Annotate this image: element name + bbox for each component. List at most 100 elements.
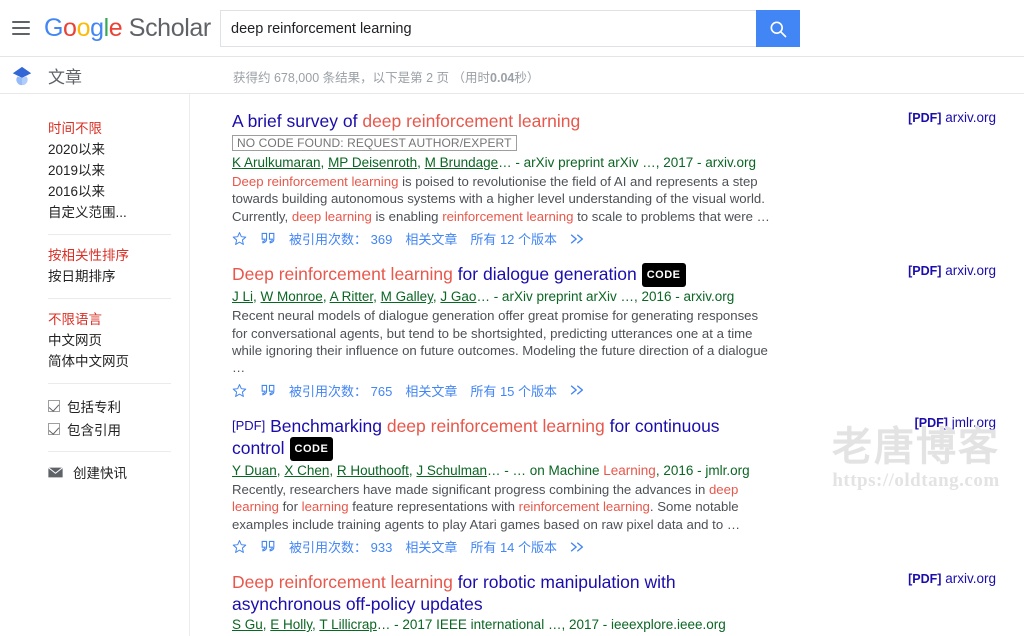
search-results-list: A brief survey of deep reinforcement lea… [190,94,1024,636]
filters-sidebar: 时间不限2020以来2019以来2016以来自定义范围... 按相关性排序按日期… [0,94,190,636]
cite-button[interactable] [260,384,276,397]
time-filter-4[interactable]: 自定义范围... [48,202,189,223]
author-link[interactable]: R Houthooft [337,463,409,478]
author-link[interactable]: M Brundage [425,155,499,170]
save-button[interactable] [232,383,247,398]
result-pdf-link[interactable]: [PDF] arxiv.org [908,263,996,278]
result-title[interactable]: A brief survey of deep reinforcement lea… [232,110,772,132]
result-actions: 被引用次数： 765 相关文章所有 15 个版本 [232,381,1022,400]
author-link[interactable]: S Gu [232,617,263,632]
cite-button[interactable] [260,232,276,245]
result-actions: 被引用次数： 933 相关文章所有 14 个版本 [232,537,1022,556]
related-articles-link[interactable]: 相关文章 [405,381,457,400]
result-snippet: Deep reinforcement learning is poised to… [232,173,772,225]
venue-highlight: Learning [603,463,656,478]
more-options-button[interactable] [570,233,587,245]
code-badge[interactable]: CODE [642,263,686,287]
menu-icon[interactable] [12,21,30,35]
result-pdf-link[interactable]: [PDF] arxiv.org [908,110,996,125]
versions-link[interactable]: 所有 12 个版本 [470,229,557,248]
result-item: Deep reinforcement learning for dialogue… [232,263,1022,400]
no-code-badge[interactable]: NO CODE FOUND: REQUEST AUTHOR/EXPERT [232,135,517,151]
author-link[interactable]: A Ritter [330,289,374,304]
title-text: A brief survey of [232,111,362,131]
sort-filter-0[interactable]: 按相关性排序 [48,245,189,266]
result-item: Deep reinforcement learning for robotic … [232,571,1022,636]
result-pdf-link[interactable]: [PDF] arxiv.org [908,571,996,586]
result-venue: … - arXiv preprint arXiv …, 2016 - arxiv… [476,289,734,304]
result-stats-time: 0.04 [490,71,514,85]
author-link[interactable]: W Monroe [261,289,323,304]
snippet-text: is enabling [372,209,442,224]
language-filter-1[interactable]: 中文网页 [48,330,189,351]
time-filter-1[interactable]: 2020以来 [48,139,189,160]
star-icon [232,383,247,398]
related-articles-link[interactable]: 相关文章 [405,537,457,556]
pdf-label: [PDF] [908,264,941,278]
language-filter-0[interactable]: 不限语言 [48,309,189,330]
checkmark-icon [48,423,60,435]
snippet-highlight: reinforcement learning [519,499,650,514]
search-icon [768,19,788,39]
search-button[interactable] [756,10,800,47]
title-text: for dialogue generation [453,264,637,284]
save-button[interactable] [232,539,247,554]
checkmark-icon [48,400,60,412]
scholar-page: Google Scholar deep reinforcement learni… [0,0,1024,636]
author-link[interactable]: T Lillicrap [319,617,377,632]
more-options-button[interactable] [570,541,587,553]
author-link[interactable]: J Gao [440,289,476,304]
language-filter-group: 不限语言中文网页简体中文网页 [0,309,189,372]
result-title[interactable]: Deep reinforcement learning for robotic … [232,571,772,615]
google-scholar-logo[interactable]: Google Scholar [44,14,211,43]
snippet-highlight: learning [302,499,349,514]
include-checkbox-0[interactable]: 包括专利 [48,394,189,417]
author-link[interactable]: J Li [232,289,253,304]
quote-icon [260,384,276,397]
result-pdf-link[interactable]: [PDF] jmlr.org [915,415,996,430]
result-snippet: Recent neural models of dialogue generat… [232,307,772,377]
quote-icon [260,232,276,245]
result-actions: 被引用次数： 369 相关文章所有 12 个版本 [232,229,1022,248]
search-area: deep reinforcement learning [220,10,800,47]
create-alert-button[interactable]: 创建快讯 [0,462,189,482]
author-link[interactable]: Y Duan [232,463,277,478]
author-link[interactable]: K Arulkumaran [232,155,321,170]
author-link[interactable]: E Holly [270,617,312,632]
related-articles-link[interactable]: 相关文章 [405,229,457,248]
sort-filter-1[interactable]: 按日期排序 [48,266,189,287]
result-title[interactable]: Deep reinforcement learning for dialogue… [232,263,772,287]
divider [48,298,171,299]
star-icon [232,539,247,554]
cite-button[interactable] [260,540,276,553]
more-chevrons-icon [570,384,587,396]
author-link[interactable]: MP Deisenroth [328,155,417,170]
include-checkbox-1[interactable]: 包含引用 [48,417,189,440]
author-link[interactable]: X Chen [284,463,329,478]
pdf-domain: arxiv.org [945,571,996,586]
divider [48,383,171,384]
time-filter-group: 时间不限2020以来2019以来2016以来自定义范围... [0,118,189,223]
author-link[interactable]: M Galley [381,289,433,304]
title-highlight: deep reinforcement learning [387,416,605,436]
cited-by-link[interactable]: 被引用次数： 933 [289,537,392,556]
more-options-button[interactable] [570,384,587,396]
author-link[interactable]: J Schulman [416,463,487,478]
time-filter-3[interactable]: 2016以来 [48,181,189,202]
title-highlight: Deep reinforcement learning [232,572,453,592]
cited-by-link[interactable]: 被引用次数： 369 [289,229,392,248]
time-filter-2[interactable]: 2019以来 [48,160,189,181]
time-filter-0[interactable]: 时间不限 [48,118,189,139]
versions-link[interactable]: 所有 15 个版本 [470,381,557,400]
result-title[interactable]: [PDF] Benchmarking deep reinforcement le… [232,415,772,461]
star-icon [232,231,247,246]
pdf-label: [PDF] [908,111,941,125]
language-filter-2[interactable]: 简体中文网页 [48,351,189,372]
result-pdf-tag: [PDF] [232,418,265,433]
search-input[interactable]: deep reinforcement learning [220,10,756,47]
code-badge[interactable]: CODE [290,437,334,461]
cited-by-link[interactable]: 被引用次数： 765 [289,381,392,400]
versions-link[interactable]: 所有 14 个版本 [470,537,557,556]
save-button[interactable] [232,231,247,246]
pdf-domain: arxiv.org [945,110,996,125]
